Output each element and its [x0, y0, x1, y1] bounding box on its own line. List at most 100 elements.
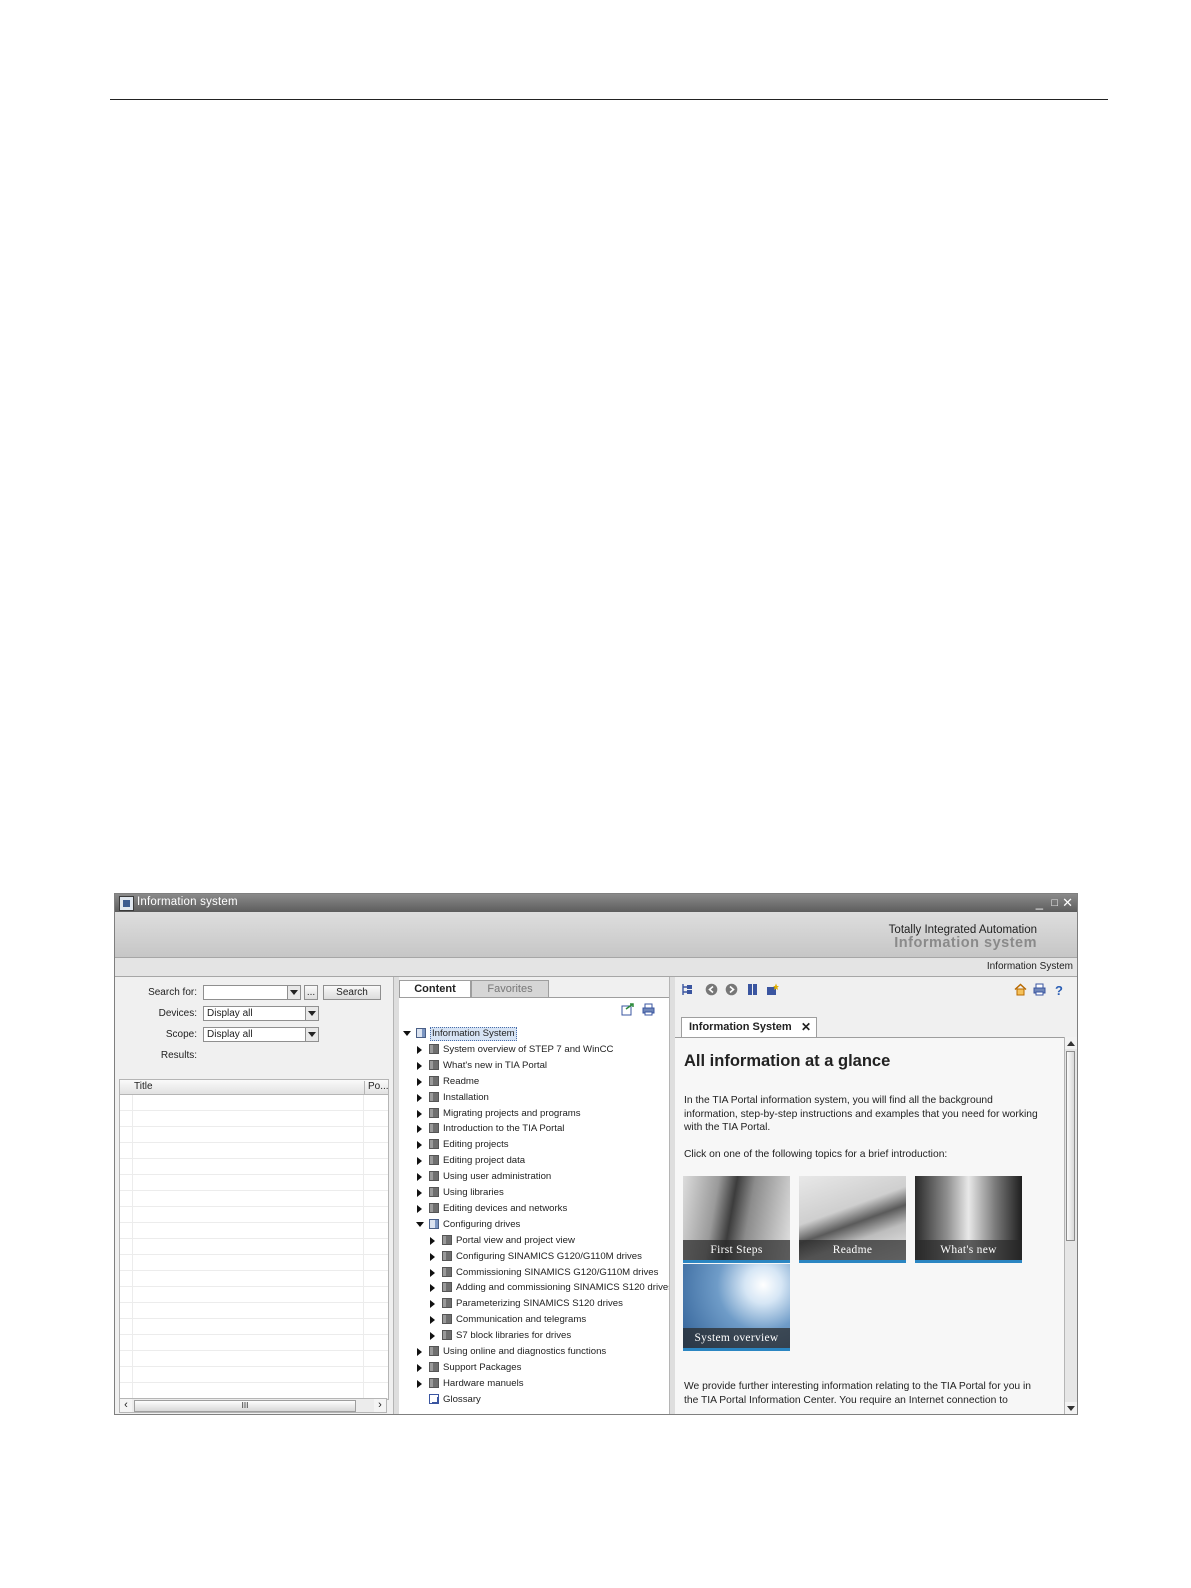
book-icon: [429, 1139, 439, 1150]
tree-item-label: Installation: [443, 1091, 489, 1103]
tree-item-label: Editing devices and networks: [443, 1202, 568, 1214]
forward-icon[interactable]: [725, 983, 738, 996]
expand-right-icon[interactable]: [417, 1125, 422, 1134]
expand-down-icon[interactable]: [416, 1221, 424, 1227]
expand-right-icon[interactable]: [417, 1157, 422, 1166]
tile-system-overview[interactable]: System overview: [683, 1264, 790, 1351]
tab-favorites[interactable]: Favorites: [471, 980, 549, 997]
print-page-icon[interactable]: [1033, 983, 1046, 996]
expand-right-icon[interactable]: [430, 1236, 435, 1245]
document-vertical-scrollbar[interactable]: [1064, 1037, 1077, 1414]
maximize-icon[interactable]: □: [1051, 894, 1058, 912]
help-icon[interactable]: ?: [1052, 983, 1065, 996]
expand-right-icon[interactable]: [417, 1045, 422, 1054]
back-icon[interactable]: [705, 983, 718, 996]
search-options-button[interactable]: ...: [304, 985, 318, 1000]
devices-label: Devices:: [158, 1008, 197, 1019]
expand-right-icon[interactable]: [430, 1252, 435, 1261]
link-page-icon: [429, 1393, 439, 1404]
tile-first-steps[interactable]: First Steps: [683, 1176, 790, 1263]
tile-readme-caption: Readme: [799, 1240, 906, 1260]
tree-item-label: Portal view and project view: [456, 1234, 575, 1246]
title-bar[interactable]: Information system _ □ ✕: [115, 894, 1077, 912]
expand-right-icon[interactable]: [417, 1077, 422, 1086]
scroll-thumb[interactable]: III: [134, 1400, 356, 1412]
tree-item-label: Configuring drives: [443, 1218, 521, 1230]
tile-system-overview-caption: System overview: [683, 1328, 790, 1348]
tree-item-label: Support Packages: [443, 1361, 522, 1373]
scope-label: Scope:: [165, 1029, 197, 1040]
expand-right-icon[interactable]: [430, 1332, 435, 1341]
scope-select[interactable]: Display all: [203, 1027, 319, 1042]
search-history-dropdown-icon[interactable]: [287, 986, 300, 999]
devices-dropdown-icon[interactable]: [305, 1007, 318, 1020]
bookmark-icon[interactable]: [746, 983, 759, 996]
scroll-up-icon[interactable]: [1065, 1037, 1077, 1049]
expand-right-icon[interactable]: [417, 1093, 422, 1102]
tree-item-label: Information System: [430, 1027, 517, 1041]
tree-item-label: S7 block libraries for drives: [456, 1330, 572, 1342]
expand-right-icon[interactable]: [417, 1061, 422, 1070]
topics-hint: Click on one of the following topics for…: [684, 1149, 948, 1160]
content-tree-panel: Information System System overview of STE…: [399, 997, 673, 1414]
brand-product-name: Information system: [894, 935, 1037, 951]
breadcrumb[interactable]: Information System: [987, 961, 1073, 972]
expand-right-icon[interactable]: [417, 1109, 422, 1118]
document-scroll-thumb[interactable]: [1066, 1051, 1075, 1241]
add-favorite-icon[interactable]: [766, 983, 779, 996]
expand-right-icon[interactable]: [417, 1189, 422, 1197]
search-input[interactable]: [203, 985, 301, 1000]
scroll-left-icon[interactable]: ‹: [120, 1399, 132, 1412]
information-system-window: Information system _ □ ✕ Totally Integra…: [114, 893, 1078, 1415]
locate-in-toc-icon[interactable]: [681, 983, 694, 996]
expand-right-icon[interactable]: [430, 1300, 435, 1309]
home-icon[interactable]: [1014, 983, 1027, 996]
book-icon: [442, 1330, 452, 1341]
close-tab-icon[interactable]: ✕: [801, 1018, 811, 1037]
book-icon: [442, 1298, 452, 1309]
book-icon: [429, 1346, 439, 1356]
expand-right-icon[interactable]: [430, 1316, 435, 1325]
tile-first-steps-caption: First Steps: [683, 1240, 790, 1260]
column-header-position[interactable]: Po...: [364, 1081, 389, 1094]
print-icon[interactable]: [642, 1003, 655, 1016]
expand-right-icon[interactable]: [417, 1204, 422, 1213]
tile-whats-new-caption: What's new: [915, 1240, 1022, 1260]
results-table-header: Title Po...: [120, 1080, 389, 1095]
search-button[interactable]: Search: [323, 985, 381, 1000]
expand-right-icon[interactable]: [417, 1173, 422, 1182]
scroll-down-icon[interactable]: [1065, 1402, 1077, 1414]
tree-item-label: Communication and telegrams: [456, 1314, 587, 1326]
expand-right-icon[interactable]: [430, 1268, 435, 1277]
tree-item-label: Introduction to the TIA Portal: [443, 1123, 565, 1135]
tile-readme[interactable]: Readme: [799, 1176, 906, 1263]
tree-item-label: Glossary: [443, 1393, 481, 1405]
expand-right-icon[interactable]: [417, 1363, 422, 1372]
expand-right-icon[interactable]: [417, 1379, 422, 1388]
tile-whats-new[interactable]: What's new: [915, 1176, 1022, 1263]
document-view: All information at a glance In the TIA P…: [675, 1037, 1065, 1414]
book-icon: [442, 1266, 452, 1277]
devices-select[interactable]: Display all: [203, 1006, 319, 1021]
results-horizontal-scrollbar[interactable]: ‹ III ›: [119, 1398, 387, 1413]
window-title: Information system: [137, 896, 238, 908]
scroll-right-icon[interactable]: ›: [374, 1399, 386, 1412]
minimize-icon[interactable]: _: [1036, 894, 1043, 912]
results-table[interactable]: Title Po...: [119, 1079, 389, 1400]
close-icon[interactable]: ✕: [1062, 894, 1073, 912]
intro-paragraph: In the TIA Portal information system, yo…: [684, 1095, 1038, 1133]
book-icon: [429, 1091, 439, 1102]
expand-down-icon[interactable]: [403, 1031, 411, 1036]
tree-item-label: System overview of STEP 7 and WinCC: [443, 1043, 614, 1055]
column-header-title[interactable]: Title: [134, 1081, 153, 1092]
book-icon: [429, 1361, 439, 1372]
tab-content[interactable]: Content: [399, 980, 471, 997]
page-header-rule: [110, 99, 1108, 100]
tree-item-label: Using libraries: [443, 1187, 504, 1198]
expand-right-icon[interactable]: [417, 1348, 422, 1356]
scope-dropdown-icon[interactable]: [305, 1028, 318, 1041]
tab-information-system[interactable]: Information System ✕: [681, 1017, 817, 1037]
expand-right-icon[interactable]: [417, 1141, 422, 1150]
sync-toc-icon[interactable]: [621, 1003, 634, 1016]
expand-right-icon[interactable]: [430, 1284, 435, 1293]
